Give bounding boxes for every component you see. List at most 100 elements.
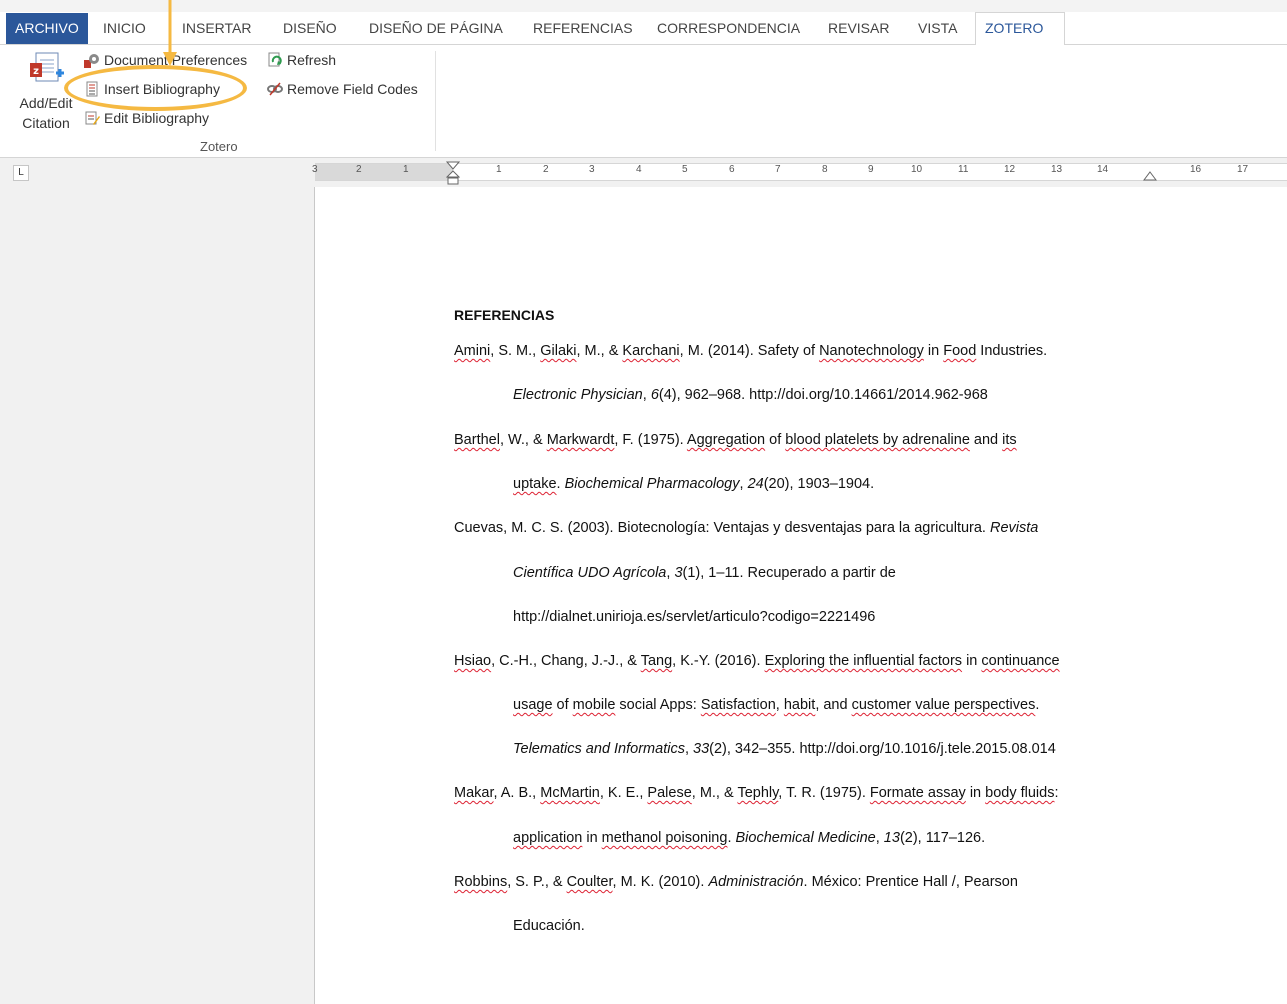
reference-line: Hsiao, C.-H., Chang, J.-J., & Tang, K.-Y… bbox=[454, 653, 1060, 669]
text-run: , T. R. (1975). bbox=[778, 785, 870, 801]
spellcheck-flagged-text: Aggregation bbox=[686, 432, 766, 448]
italic-text: Electronic Physician bbox=[513, 387, 643, 403]
horizontal-ruler[interactable]: 3 2 1 1 2 3 4 5 6 7 8 9 10 11 12 13 14 1… bbox=[312, 161, 1287, 185]
reference-line: Amini, S. M., Gilaki, M., & Karchani, M.… bbox=[454, 343, 1047, 359]
ruler-number: 9 bbox=[868, 164, 874, 175]
text-run: of bbox=[552, 697, 573, 713]
text-run: Industries. bbox=[976, 343, 1048, 359]
tab-correspondencia[interactable]: CORRESPONDENCIA bbox=[648, 12, 809, 45]
add-citation-icon: z bbox=[30, 52, 64, 82]
refresh-icon bbox=[268, 52, 282, 67]
svg-text:z: z bbox=[33, 66, 39, 77]
navigation-pane bbox=[10, 187, 313, 1004]
italic-text: Revista bbox=[989, 520, 1039, 536]
spellcheck-flagged-text: Markwardt bbox=[546, 432, 615, 448]
ruler-number: 17 bbox=[1237, 164, 1249, 175]
document-preferences-button[interactable]: Document Preferences bbox=[84, 52, 247, 68]
tab-revisar[interactable]: REVISAR bbox=[819, 12, 898, 45]
spellcheck-flagged-text: Robbins bbox=[454, 874, 508, 890]
reference-line: Robbins, S. P., & Coulter, M. K. (2010).… bbox=[454, 874, 1018, 890]
italic-text: and bbox=[581, 741, 615, 757]
spellcheck-flagged-text: methanol poisoning bbox=[601, 830, 728, 846]
ruler-number: 1 bbox=[403, 164, 409, 175]
ruler-number: 7 bbox=[775, 164, 781, 175]
spellcheck-flagged-text: habit bbox=[783, 697, 816, 713]
tab-archivo[interactable]: ARCHIVO bbox=[6, 13, 88, 44]
spellcheck-flagged-text: Food bbox=[943, 343, 977, 359]
text-run: , bbox=[684, 741, 694, 757]
text-run: , K.-Y. (2016). bbox=[672, 653, 765, 669]
text-run: : bbox=[1054, 785, 1059, 801]
tab-insertar[interactable]: INSERTAR bbox=[173, 12, 261, 45]
ribbon-tab-bar: ARCHIVO INICIO INSERTAR DISEÑO DISEÑO DE… bbox=[0, 12, 1287, 46]
tab-vista[interactable]: VISTA bbox=[909, 12, 966, 45]
text-run: (20), 1903–1904. bbox=[763, 476, 875, 492]
text-run: , K. E., bbox=[599, 785, 648, 801]
text-run: , F. (1975). bbox=[614, 432, 687, 448]
indent-marker-icon[interactable] bbox=[446, 161, 460, 187]
insert-bibliography-label: Insert Bibliography bbox=[104, 81, 220, 97]
tab-diseno-de-pagina[interactable]: DISEÑO DE PÁGINA bbox=[360, 12, 512, 45]
right-indent-marker-icon[interactable] bbox=[1143, 171, 1157, 181]
spellcheck-flagged-text: Nanotechnology bbox=[819, 343, 924, 359]
spellcheck-flagged-text: uptake bbox=[513, 476, 557, 492]
text-run: (2), 342–355. http://doi.org/10.1016/j.t… bbox=[709, 741, 1056, 757]
remove-field-codes-button[interactable]: Remove Field Codes bbox=[267, 81, 418, 97]
ruler-number: 10 bbox=[911, 164, 923, 175]
tab-diseno[interactable]: DISEÑO bbox=[274, 12, 346, 45]
edit-bibliography-button[interactable]: Edit Bibliography bbox=[84, 110, 209, 126]
tab-zotero[interactable]: ZOTERO bbox=[975, 12, 1065, 46]
text-run: , bbox=[739, 476, 748, 492]
edit-bibliography-icon bbox=[85, 111, 100, 125]
text-run: , bbox=[642, 387, 651, 403]
text-run: in bbox=[582, 830, 602, 846]
spellcheck-flagged-text: body fluids bbox=[985, 785, 1055, 801]
window-edge bbox=[0, 187, 10, 1004]
italic-text: 6 bbox=[650, 387, 659, 403]
document-page[interactable]: REFERENCIAS Amini, S. M., Gilaki, M., & … bbox=[314, 187, 1287, 1004]
insert-bibliography-button[interactable]: Insert Bibliography bbox=[84, 81, 220, 97]
ruler-number: 11 bbox=[958, 164, 969, 175]
text-run: , M., & bbox=[576, 343, 623, 359]
text-run: . bbox=[727, 830, 736, 846]
ruler-number: 14 bbox=[1097, 164, 1109, 175]
tab-inicio[interactable]: INICIO bbox=[94, 12, 155, 45]
reference-line: uptake. Biochemical Pharmacology, 24(20)… bbox=[513, 476, 874, 492]
add-edit-label-2: Citation bbox=[22, 115, 70, 131]
ribbon-zotero: z Add/Edit Citation Document Preferences… bbox=[0, 45, 1287, 158]
reference-line: Científica UDO Agrícola, 3(1), 1–11. Rec… bbox=[513, 565, 896, 581]
spellcheck-flagged-text: Makar bbox=[454, 785, 494, 801]
text-run: , W., & bbox=[499, 432, 547, 448]
ruler-number: 13 bbox=[1051, 164, 1063, 175]
text-run: , bbox=[875, 830, 884, 846]
tab-referencias[interactable]: REFERENCIAS bbox=[524, 12, 642, 45]
text-run: , M. K. (2010). bbox=[612, 874, 709, 890]
italic-text: 13 bbox=[883, 830, 900, 846]
spellcheck-flagged-text: Coulter bbox=[566, 874, 613, 890]
document-heading: REFERENCIAS bbox=[454, 307, 555, 323]
reference-line: Barthel, W., & Markwardt, F. (1975). Agg… bbox=[454, 432, 1017, 448]
tab-selector[interactable]: L bbox=[13, 165, 29, 181]
text-run: , S. P., & bbox=[507, 874, 567, 890]
italic-text: Telematics bbox=[513, 741, 582, 757]
text-run: , bbox=[775, 697, 784, 713]
reference-line: usage of mobile social Apps: Satisfactio… bbox=[513, 697, 1039, 713]
spellcheck-flagged-text: customer value perspectives bbox=[851, 697, 1036, 713]
text-run: http://dialnet.unirioja.es/servlet/artic… bbox=[513, 609, 876, 625]
text-run: (4), 962–968. http://doi.org/10.14661/20… bbox=[658, 387, 988, 403]
reference-line: Cuevas, M. C. S. (2003). Biotecnología: … bbox=[454, 520, 1038, 536]
italic-text: Medicine bbox=[813, 830, 876, 846]
ruler-number: 1 bbox=[496, 164, 502, 175]
title-strip bbox=[0, 0, 1287, 12]
unlink-icon bbox=[267, 82, 283, 96]
text-run: Educación. bbox=[513, 918, 585, 934]
add-edit-citation-button[interactable]: z Add/Edit Citation bbox=[14, 51, 78, 133]
add-edit-label-1: Add/Edit bbox=[19, 95, 73, 111]
spellcheck-flagged-text: Exploring the influential factors bbox=[764, 653, 963, 669]
ruler-number: 3 bbox=[589, 164, 595, 175]
group-separator bbox=[435, 51, 436, 151]
refresh-button[interactable]: Refresh bbox=[267, 52, 336, 68]
spellcheck-flagged-text: usage bbox=[513, 697, 553, 713]
spellcheck-flagged-text: Hsiao bbox=[454, 653, 492, 669]
ruler-number: 5 bbox=[682, 164, 688, 175]
